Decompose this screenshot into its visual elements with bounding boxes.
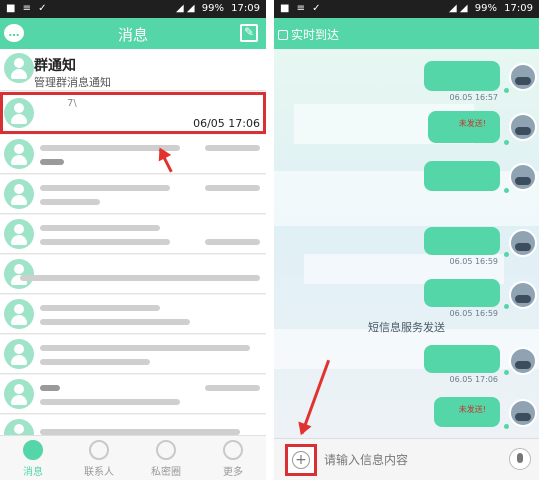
highlighted-conversation[interactable]: 7\ 06/05 17:06 xyxy=(0,92,266,134)
message-bubble[interactable]: 06.05 17:06 xyxy=(424,345,509,384)
list-item[interactable] xyxy=(0,215,266,254)
tab-messages[interactable]: 消息 xyxy=(0,436,66,480)
sender-avatar xyxy=(509,281,537,309)
more-icon xyxy=(223,440,243,460)
realtime-label: 实时到达 xyxy=(291,28,340,42)
private-circle-icon xyxy=(156,440,176,460)
title-bar: … 消息 ✎ xyxy=(0,18,266,49)
message-bubble[interactable]: 未发送! xyxy=(434,397,509,429)
list-item[interactable] xyxy=(0,135,266,174)
tab-label: 私密圈 xyxy=(151,467,181,478)
signal-icon: ◢ ◢ xyxy=(176,3,195,14)
avatar xyxy=(4,379,34,409)
right-phone-screen: ■ ≡ ✓ ◢ ◢ 99% 17:09 实时到达 06.05 16:57 未发送… xyxy=(274,0,539,480)
battery-level: 99% xyxy=(474,3,497,14)
page-title: 消息 xyxy=(117,26,148,44)
status-bar: ■ ≡ ✓ ◢ ◢ 99% 17:09 xyxy=(0,0,266,18)
list-item[interactable] xyxy=(0,255,266,294)
status-right: ◢ ◢ 99% 17:09 xyxy=(172,3,260,14)
chat-history: 06.05 16:57 未发送! 06.05 16:59 06.05 16:59… xyxy=(274,49,539,438)
message-bubble[interactable]: 06.05 16:59 xyxy=(424,227,509,266)
contacts-icon xyxy=(89,440,109,460)
group-notice-name: 群通知 xyxy=(34,58,76,74)
avatar xyxy=(4,339,34,369)
avatar xyxy=(4,179,34,209)
message-bubble[interactable]: 06.05 16:59 xyxy=(424,279,509,318)
compose-icon[interactable]: ✎ xyxy=(240,24,258,42)
clock: 17:09 xyxy=(504,3,533,14)
chat-bubble-icon xyxy=(23,440,43,460)
tab-more[interactable]: 更多 xyxy=(200,436,266,480)
avatar xyxy=(4,98,34,128)
conversation-snippet: 7\ xyxy=(67,98,77,109)
avatar xyxy=(4,299,34,329)
left-phone-screen: ■ ≡ ✓ ◢ ◢ 99% 17:09 … 消息 ✎ 群通知 管理群消息通知 7… xyxy=(0,0,266,480)
message-bubble[interactable]: 未发送! xyxy=(428,111,509,145)
list-item[interactable] xyxy=(0,375,266,414)
tab-private-circle[interactable]: 私密圈 xyxy=(133,436,199,480)
message-bubble[interactable] xyxy=(424,161,509,193)
conversation-list: 群通知 管理群消息通知 7\ 06/05 17:06 xyxy=(0,49,266,454)
clock: 17:09 xyxy=(231,3,260,14)
list-item[interactable] xyxy=(0,175,266,214)
signal-icon: ◢ ◢ xyxy=(449,3,468,14)
tab-label: 消息 xyxy=(23,467,43,478)
sender-avatar xyxy=(509,63,537,91)
status-right: ◢ ◢ 99% 17:09 xyxy=(445,3,533,14)
battery-level: 99% xyxy=(201,3,224,14)
sms-notice: 短信息服务发送 xyxy=(368,321,445,334)
group-notice-item[interactable]: 群通知 管理群消息通知 xyxy=(0,49,266,91)
screen-divider xyxy=(266,0,274,480)
status-notification-icons: ■ ≡ ✓ xyxy=(280,3,323,14)
realtime-toggle[interactable]: 实时到达 xyxy=(278,26,339,43)
message-time: 06.05 16:59 xyxy=(449,309,499,318)
group-notice-subtitle: 管理群消息通知 xyxy=(34,76,111,89)
tab-label: 联系人 xyxy=(84,467,114,478)
bottom-tab-bar: 消息 联系人 私密圈 更多 xyxy=(0,435,266,480)
add-attachment-button[interactable]: + xyxy=(285,444,317,476)
tab-label: 更多 xyxy=(223,467,243,478)
message-input-bar: + xyxy=(274,438,539,480)
message-bubble[interactable]: 06.05 16:57 xyxy=(424,61,509,102)
message-time: 06.05 16:57 xyxy=(449,93,499,102)
microphone-icon[interactable] xyxy=(509,448,531,470)
message-failed-label: 未发送! xyxy=(458,405,486,414)
title-bar: 实时到达 xyxy=(274,18,539,49)
list-item[interactable] xyxy=(0,295,266,334)
avatar xyxy=(4,219,34,249)
sender-avatar xyxy=(509,113,537,141)
avatar xyxy=(4,259,34,289)
status-bar: ■ ≡ ✓ ◢ ◢ 99% 17:09 xyxy=(274,0,539,18)
conversation-time: 06/05 17:06 xyxy=(193,117,260,130)
message-time: 06.05 16:59 xyxy=(449,257,499,266)
sender-avatar xyxy=(509,229,537,257)
message-time: 06.05 17:06 xyxy=(449,375,499,384)
status-notification-icons: ■ ≡ ✓ xyxy=(6,3,49,14)
sender-avatar xyxy=(509,163,537,191)
sender-avatar xyxy=(509,347,537,375)
list-item[interactable] xyxy=(0,335,266,374)
tab-contacts[interactable]: 联系人 xyxy=(66,436,132,480)
group-avatar xyxy=(4,53,34,83)
checkbox-icon xyxy=(278,30,288,40)
avatar xyxy=(4,139,34,169)
sender-avatar xyxy=(509,399,537,427)
message-failed-label: 未发送! xyxy=(458,119,486,128)
plus-icon: + xyxy=(292,451,310,469)
message-input[interactable] xyxy=(324,451,494,469)
